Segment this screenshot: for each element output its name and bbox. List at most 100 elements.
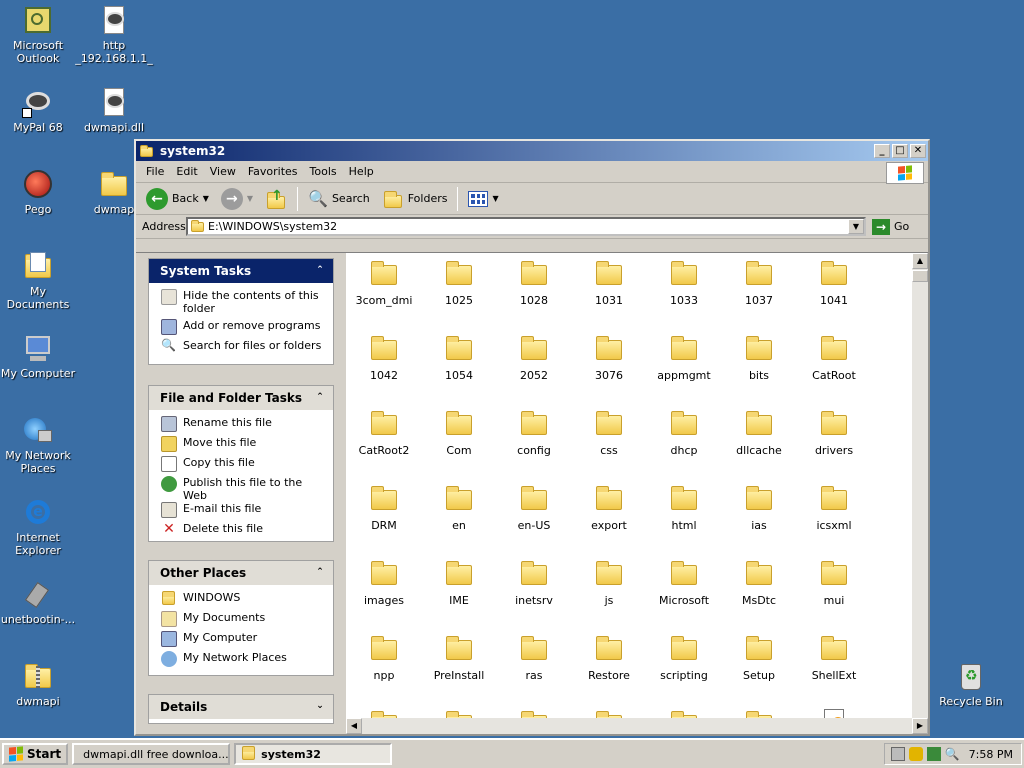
folder-item[interactable]: dllcache xyxy=(724,407,794,457)
collapse-icon[interactable]: ⌃ xyxy=(313,263,327,277)
folder-item[interactable]: 1037 xyxy=(724,257,794,307)
desktop-icon[interactable]: ♻ Recycle Bin xyxy=(931,660,1011,708)
menu-help[interactable]: Help xyxy=(345,165,382,178)
folder-item[interactable]: CatRoot xyxy=(799,332,869,382)
folder-item[interactable]: 1033 xyxy=(649,257,719,307)
collapse-icon[interactable]: ⌃ xyxy=(313,390,327,404)
folder-item[interactable]: ras xyxy=(499,632,569,682)
place-network-link[interactable]: My Network Places xyxy=(161,651,323,671)
folder-item[interactable]: appmgmt xyxy=(649,332,719,382)
scroll-up-button[interactable]: ▲ xyxy=(912,253,928,269)
details-header[interactable]: Details ⌄ xyxy=(149,695,333,719)
place-windows-link[interactable]: WINDOWS xyxy=(161,591,323,611)
folder-item[interactable]: 1025 xyxy=(424,257,494,307)
menu-tools[interactable]: Tools xyxy=(306,165,345,178)
views-button[interactable]: ▼ xyxy=(464,189,502,209)
folder-item[interactable]: DRM xyxy=(349,482,419,532)
folder-item[interactable]: 1054 xyxy=(424,332,494,382)
folder-item[interactable]: inetsrv xyxy=(499,557,569,607)
folder-item[interactable]: Microsoft xyxy=(649,557,719,607)
folder-item[interactable]: en-US xyxy=(499,482,569,532)
taskbar-button-browser[interactable]: dwmapi.dll free downloa... xyxy=(72,743,231,765)
up-folder-button[interactable]: ↑ xyxy=(261,186,291,212)
desktop-icon[interactable]: Microsoft Outlook xyxy=(0,4,78,65)
desktop-icon[interactable]: MyPal 68 xyxy=(0,86,78,134)
vertical-scrollbar[interactable]: ▲ xyxy=(912,253,928,718)
folder-item[interactable]: Com xyxy=(424,407,494,457)
folder-item[interactable]: 2052 xyxy=(499,332,569,382)
folder-item[interactable]: config xyxy=(499,407,569,457)
place-my-documents-link[interactable]: My Documents xyxy=(161,611,323,631)
security-shield-icon[interactable] xyxy=(908,747,923,761)
folder-item[interactable]: MsDtc xyxy=(724,557,794,607)
add-remove-programs-link[interactable]: Add or remove programs xyxy=(161,319,323,339)
desktop-icon[interactable]: dwmapi.dll xyxy=(74,86,154,134)
desktop-icon[interactable]: e Internet Explorer xyxy=(0,496,78,557)
folder-item[interactable]: 3com_dmi xyxy=(349,257,419,307)
scroll-thumb[interactable] xyxy=(912,270,928,282)
move-file-link[interactable]: Move this file xyxy=(161,436,323,456)
search-button[interactable]: 🔍 Search xyxy=(304,187,374,210)
menu-file[interactable]: File xyxy=(142,165,172,178)
folder-item[interactable]: export xyxy=(574,482,644,532)
folder-item[interactable]: dhcp xyxy=(649,407,719,457)
hide-contents-link[interactable]: Hide the contents of this folder xyxy=(161,289,323,319)
folder-item[interactable]: icsxml xyxy=(799,482,869,532)
menu-view[interactable]: View xyxy=(206,165,244,178)
keyboard-icon[interactable] xyxy=(890,747,905,761)
address-input[interactable]: E:\WINDOWS\system32 ▼ xyxy=(186,217,866,236)
email-file-link[interactable]: E-mail this file xyxy=(161,502,323,522)
folder-item[interactable]: html xyxy=(649,482,719,532)
desktop-icon[interactable]: dwmapi xyxy=(0,660,78,708)
file-folder-tasks-header[interactable]: File and Folder Tasks ⌃ xyxy=(149,386,333,410)
horizontal-scrollbar[interactable]: ◀ ▶ xyxy=(346,718,928,734)
folder-item[interactable]: 3076 xyxy=(574,332,644,382)
folder-item[interactable]: ShellExt xyxy=(799,632,869,682)
network-tray-icon[interactable] xyxy=(926,747,941,761)
rename-file-link[interactable]: Rename this file xyxy=(161,416,323,436)
folder-item[interactable]: 1028 xyxy=(499,257,569,307)
folder-item[interactable]: scripting xyxy=(649,632,719,682)
expand-icon[interactable]: ⌄ xyxy=(313,699,327,713)
folder-item[interactable]: images xyxy=(349,557,419,607)
folder-item[interactable]: Restore xyxy=(574,632,644,682)
scroll-left-button[interactable]: ◀ xyxy=(346,718,362,734)
folder-item[interactable]: 1041 xyxy=(799,257,869,307)
menu-favorites[interactable]: Favorites xyxy=(244,165,306,178)
scroll-right-button[interactable]: ▶ xyxy=(912,718,928,734)
folder-item[interactable]: ias xyxy=(724,482,794,532)
folder-item[interactable]: css xyxy=(574,407,644,457)
other-places-header[interactable]: Other Places ⌃ xyxy=(149,561,333,585)
folder-item[interactable]: mui xyxy=(799,557,869,607)
start-button[interactable]: Start xyxy=(2,743,69,765)
place-my-computer-link[interactable]: My Computer xyxy=(161,631,323,651)
search-tray-icon[interactable]: 🔍 xyxy=(945,747,960,761)
folder-item[interactable]: drivers xyxy=(799,407,869,457)
folder-item[interactable]: PreInstall xyxy=(424,632,494,682)
taskbar-button-system32[interactable]: system32 xyxy=(234,743,393,765)
folder-item[interactable]: IME xyxy=(424,557,494,607)
back-button[interactable]: ← Back ▼ xyxy=(142,186,213,212)
search-files-link[interactable]: 🔍 Search for files or folders xyxy=(161,339,323,359)
clock[interactable]: 7:58 PM xyxy=(969,748,1013,761)
folders-button[interactable]: Folders xyxy=(378,187,452,211)
desktop-icon[interactable]: Pego xyxy=(0,168,78,216)
folder-item[interactable]: 1031 xyxy=(574,257,644,307)
desktop-icon[interactable]: My Network Places xyxy=(0,414,78,475)
folder-item[interactable]: en xyxy=(424,482,494,532)
maximize-button[interactable]: □ xyxy=(892,144,908,158)
address-dropdown-button[interactable]: ▼ xyxy=(848,219,864,234)
desktop-icon[interactable]: My Documents xyxy=(0,250,78,311)
go-button[interactable]: → Go xyxy=(872,218,909,235)
folder-item[interactable]: 1042 xyxy=(349,332,419,382)
desktop-icon[interactable]: http _192.168.1.1_ xyxy=(74,4,154,65)
close-button[interactable]: ✕ xyxy=(910,144,926,158)
collapse-icon[interactable]: ⌃ xyxy=(313,565,327,579)
desktop-icon[interactable]: My Computer xyxy=(0,332,78,380)
folder-item[interactable]: bits xyxy=(724,332,794,382)
delete-file-link[interactable]: ✕ Delete this file xyxy=(161,522,323,542)
folder-item[interactable]: CatRoot2 xyxy=(349,407,419,457)
folder-item[interactable]: Setup xyxy=(724,632,794,682)
system-tasks-header[interactable]: System Tasks ⌃ xyxy=(149,259,333,283)
menu-edit[interactable]: Edit xyxy=(172,165,205,178)
